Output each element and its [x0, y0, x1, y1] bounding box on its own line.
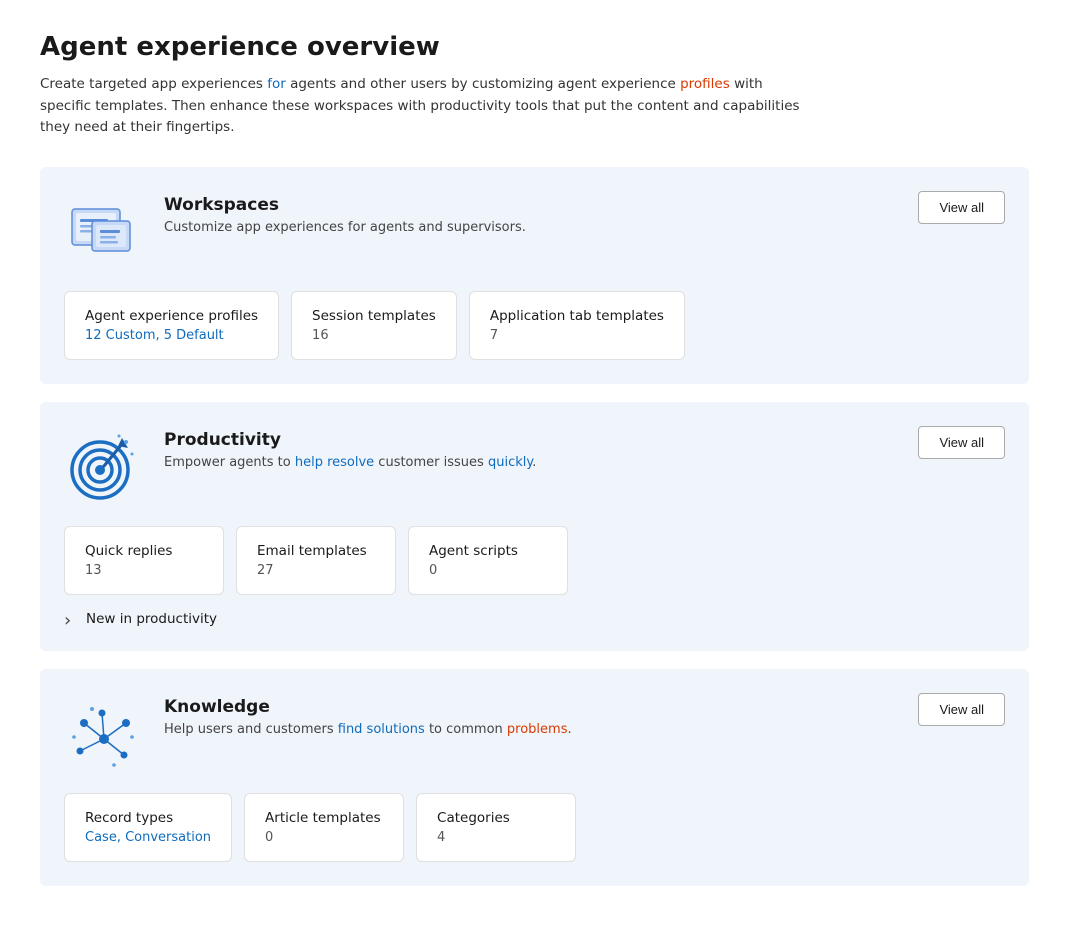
- productivity-link-quickly[interactable]: quickly: [488, 455, 532, 470]
- session-templates-title: Session templates: [312, 308, 436, 324]
- knowledge-title: Knowledge: [164, 697, 572, 717]
- knowledge-subtitle: Help users and customers find solutions …: [164, 721, 572, 739]
- agent-experience-profiles-value: 12 Custom, 5 Default: [85, 328, 258, 343]
- new-in-productivity-label: New in productivity: [86, 611, 217, 627]
- productivity-header: Productivity Empower agents to help reso…: [64, 426, 1005, 506]
- knowledge-title-block: Knowledge Help users and customers find …: [164, 693, 572, 739]
- desc-link-for[interactable]: for: [267, 76, 286, 92]
- categories-card: Categories 4: [416, 793, 576, 862]
- session-templates-card: Session templates 16: [291, 291, 457, 360]
- new-in-productivity-row[interactable]: New in productivity: [64, 611, 1005, 627]
- workspaces-icon: [64, 191, 144, 271]
- record-types-title: Record types: [85, 810, 211, 826]
- knowledge-left: Knowledge Help users and customers find …: [64, 693, 572, 773]
- application-tab-templates-title: Application tab templates: [490, 308, 664, 324]
- productivity-icon: [64, 426, 144, 506]
- knowledge-icon: [64, 693, 144, 773]
- desc-link-profiles[interactable]: profiles: [680, 76, 730, 92]
- agent-scripts-value: 0: [429, 563, 547, 578]
- productivity-view-all-button[interactable]: View all: [918, 426, 1005, 459]
- knowledge-cards-row: Record types Case, Conversation Article …: [64, 793, 1005, 862]
- application-tab-templates-value: 7: [490, 328, 664, 343]
- knowledge-header: Knowledge Help users and customers find …: [64, 693, 1005, 773]
- workspaces-view-all-button[interactable]: View all: [918, 191, 1005, 224]
- knowledge-link-problems[interactable]: problems: [507, 722, 568, 737]
- page-container: Agent experience overview Create targete…: [0, 0, 1069, 936]
- page-description: Create targeted app experiences for agen…: [40, 74, 800, 139]
- page-title: Agent experience overview: [40, 32, 1029, 62]
- agent-experience-profiles-card: Agent experience profiles 12 Custom, 5 D…: [64, 291, 279, 360]
- categories-value: 4: [437, 830, 555, 845]
- session-templates-value: 16: [312, 328, 436, 343]
- knowledge-view-all-button[interactable]: View all: [918, 693, 1005, 726]
- agent-scripts-card: Agent scripts 0: [408, 526, 568, 595]
- productivity-left: Productivity Empower agents to help reso…: [64, 426, 536, 506]
- workspaces-cards-row: Agent experience profiles 12 Custom, 5 D…: [64, 291, 1005, 360]
- productivity-link-help[interactable]: help resolve: [295, 455, 374, 470]
- workspaces-title: Workspaces: [164, 195, 526, 215]
- categories-title: Categories: [437, 810, 555, 826]
- email-templates-card: Email templates 27: [236, 526, 396, 595]
- workspaces-title-block: Workspaces Customize app experiences for…: [164, 191, 526, 237]
- record-types-card: Record types Case, Conversation: [64, 793, 232, 862]
- chevron-right-icon: [64, 612, 78, 626]
- productivity-title-block: Productivity Empower agents to help reso…: [164, 426, 536, 472]
- email-templates-title: Email templates: [257, 543, 375, 559]
- article-templates-value: 0: [265, 830, 383, 845]
- article-templates-title: Article templates: [265, 810, 383, 826]
- quick-replies-card: Quick replies 13: [64, 526, 224, 595]
- productivity-cards-row: Quick replies 13 Email templates 27 Agen…: [64, 526, 1005, 595]
- productivity-title: Productivity: [164, 430, 536, 450]
- application-tab-templates-card: Application tab templates 7: [469, 291, 685, 360]
- agent-scripts-title: Agent scripts: [429, 543, 547, 559]
- productivity-subtitle: Empower agents to help resolve customer …: [164, 454, 536, 472]
- quick-replies-title: Quick replies: [85, 543, 203, 559]
- workspaces-left: Workspaces Customize app experiences for…: [64, 191, 526, 271]
- workspaces-section: Workspaces Customize app experiences for…: [40, 167, 1029, 384]
- knowledge-link-find[interactable]: find solutions: [338, 722, 425, 737]
- knowledge-section: Knowledge Help users and customers find …: [40, 669, 1029, 886]
- email-templates-value: 27: [257, 563, 375, 578]
- agent-experience-profiles-title: Agent experience profiles: [85, 308, 258, 324]
- workspaces-subtitle: Customize app experiences for agents and…: [164, 219, 526, 237]
- productivity-section: Productivity Empower agents to help reso…: [40, 402, 1029, 651]
- article-templates-card: Article templates 0: [244, 793, 404, 862]
- workspaces-header: Workspaces Customize app experiences for…: [64, 191, 1005, 271]
- record-types-value: Case, Conversation: [85, 830, 211, 845]
- quick-replies-value: 13: [85, 563, 203, 578]
